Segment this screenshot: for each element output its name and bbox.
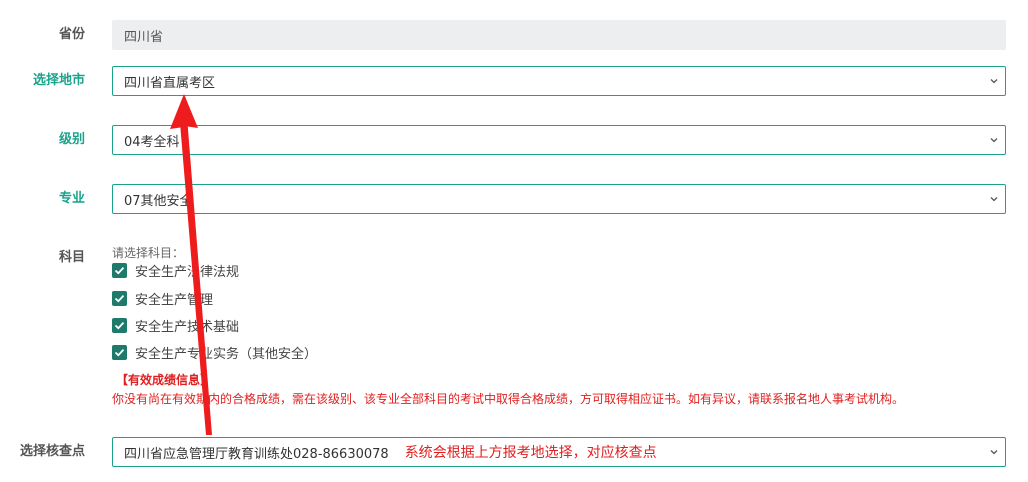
checkpoint-label: 选择核查点 — [19, 444, 85, 459]
chevron-down-icon — [990, 197, 998, 202]
level-label: 级别 — [58, 132, 85, 147]
city-select[interactable]: 四川省直属考区 — [112, 66, 1006, 96]
major-label: 专业 — [58, 191, 85, 206]
chevron-down-icon — [990, 450, 998, 455]
major-value: 07其他安全 — [124, 193, 193, 209]
subject-checkbox-law[interactable]: 安全生产法律法规 — [112, 261, 240, 280]
city-value: 四川省直属考区 — [124, 75, 216, 91]
subject-checkbox-practice[interactable]: 安全生产专业实务（其他安全） — [112, 343, 318, 362]
chevron-down-icon — [990, 138, 998, 143]
province-label: 省份 — [58, 27, 85, 42]
level-select[interactable]: 04考全科 — [112, 125, 1006, 155]
subject-checkbox-management[interactable]: 安全生产管理 — [112, 289, 214, 308]
subject-label: 安全生产管理 — [135, 292, 214, 308]
province-value: 四川省 — [124, 29, 164, 45]
subjects-label: 科目 — [58, 250, 85, 265]
validity-title: 【有效成绩信息】 — [116, 373, 213, 387]
checkbox-checked-icon — [112, 317, 127, 333]
chevron-down-icon — [990, 79, 998, 84]
checkpoint-value: 四川省应急管理厅教育训练处028-86630078 — [124, 446, 389, 462]
subject-label: 安全生产专业实务（其他安全） — [135, 346, 318, 362]
subject-checkbox-technology[interactable]: 安全生产技术基础 — [112, 316, 240, 335]
checkbox-checked-icon — [112, 344, 127, 360]
city-label: 选择地市 — [32, 73, 85, 88]
province-field: 四川省 — [112, 20, 1006, 50]
subjects-prompt: 请选择科目： — [112, 246, 185, 260]
major-select[interactable]: 07其他安全 — [112, 184, 1006, 214]
subject-label: 安全生产技术基础 — [135, 319, 240, 335]
checkpoint-select[interactable]: 四川省应急管理厅教育训练处028-86630078 系统会根据上方报考地选择，对… — [112, 437, 1006, 467]
validity-message: 你没有尚在有效期内的合格成绩，需在该级别、该专业全部科目的考试中取得合格成绩，方… — [112, 392, 905, 406]
subject-label: 安全生产法律法规 — [135, 264, 240, 280]
checkbox-checked-icon — [112, 262, 127, 278]
level-value: 04考全科 — [124, 134, 180, 150]
checkbox-checked-icon — [112, 290, 127, 306]
checkpoint-annotation: 系统会根据上方报考地选择，对应核查点 — [404, 445, 657, 461]
